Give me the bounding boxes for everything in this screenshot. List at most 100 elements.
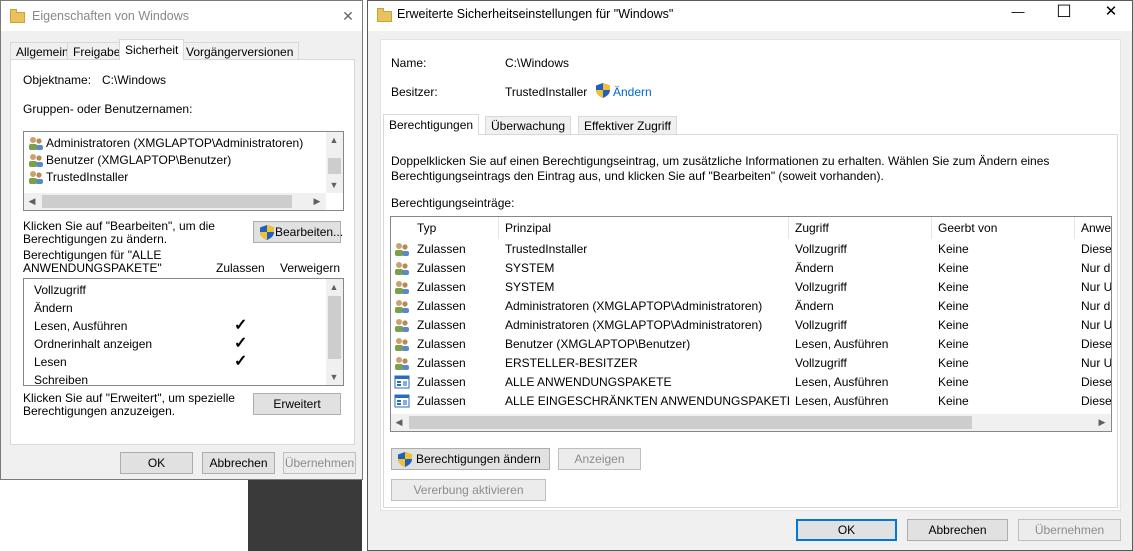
cancel-button[interactable]: Abbrechen <box>907 519 1008 541</box>
tab-freigabe[interactable]: Freigabe <box>67 42 127 60</box>
table-header: Typ Prinzipal Zugriff Geerbt von Anwe <box>391 217 1111 239</box>
cell-applies: Diese <box>1081 242 1112 256</box>
column-header-anwenden-auf[interactable]: Anwe <box>1075 217 1111 239</box>
scroll-down-arrow-icon[interactable]: ▼ <box>326 177 342 193</box>
view-button[interactable]: Anzeigen <box>558 448 641 470</box>
desktop-background <box>0 479 248 551</box>
owner-label: Besitzer: <box>391 85 438 99</box>
close-icon[interactable]: ✕ <box>1088 0 1133 27</box>
scrollbar-thumb[interactable] <box>409 416 972 429</box>
uac-shield-icon <box>398 452 412 467</box>
list-item[interactable]: Administratoren (XMGLAPTOP\Administrator… <box>28 135 318 152</box>
table-row[interactable]: Zulassen Administratoren (XMGLAPTOP\Admin… <box>391 297 1111 316</box>
cell-access: Lesen, Ausführen <box>795 394 889 408</box>
groups-vertical-scrollbar[interactable]: ▲ ▼ <box>326 132 343 193</box>
cell-access: Vollzugriff <box>795 280 847 294</box>
list-item[interactable]: TrustedInstaller <box>28 169 318 186</box>
object-name-value: C:\Windows <box>102 73 167 87</box>
scroll-left-arrow-icon[interactable]: ◀ <box>24 193 40 209</box>
change-permissions-label: Berechtigungen ändern <box>416 452 541 466</box>
uac-shield-icon <box>596 83 610 98</box>
scrollbar-thumb[interactable] <box>328 296 341 359</box>
enable-inheritance-button[interactable]: Vererbung aktivieren <box>391 479 546 501</box>
edit-hint: Klicken Sie auf "Bearbeiten", um die Ber… <box>23 219 215 246</box>
table-row[interactable]: Zulassen ALLE EINGESCHRÄNKTEN ANWENDUNGSP… <box>391 392 1111 411</box>
cell-inherited: Keine <box>938 261 969 275</box>
permission-entries-table[interactable]: Typ Prinzipal Zugriff Geerbt von Anwe Zu… <box>390 216 1112 432</box>
tab-vorgaengerversionen[interactable]: Vorgängerversionen <box>180 42 300 60</box>
entries-horizontal-scrollbar[interactable]: ◀ ▶ <box>391 414 1111 431</box>
user-group-icon <box>29 154 43 167</box>
scroll-up-arrow-icon[interactable]: ▲ <box>326 132 342 148</box>
user-group-icon <box>395 300 409 313</box>
apply-button[interactable]: Übernehmen <box>283 452 356 474</box>
app-package-icon <box>394 375 410 389</box>
tab-ueberwachung[interactable]: Überwachung <box>485 116 572 134</box>
ok-button[interactable]: OK <box>796 519 897 541</box>
checkmark-icon: ✓ <box>234 317 248 334</box>
scrollbar-thumb[interactable] <box>328 158 341 174</box>
scroll-right-arrow-icon[interactable]: ▶ <box>1094 414 1110 430</box>
edit-button[interactable]: Bearbeiten... <box>253 221 343 243</box>
group-label: TrustedInstaller <box>46 170 129 184</box>
allow-column-label: Zulassen <box>216 261 265 275</box>
maximize-icon[interactable]: ☐ <box>1041 0 1087 27</box>
scroll-left-arrow-icon[interactable]: ◀ <box>391 414 407 430</box>
advanced-security-window: Erweiterte Sicherheitseinstellungen für … <box>367 0 1133 551</box>
description-line-1: Doppelklicken Sie auf einen Berechtigung… <box>391 154 1050 168</box>
advanced-button[interactable]: Erweitert <box>253 393 341 415</box>
permission-name: Lesen <box>34 355 67 369</box>
table-row[interactable]: Zulassen SYSTEM Ändern Keine Nur d <box>391 259 1111 278</box>
cell-inherited: Keine <box>938 394 969 408</box>
permission-row: Lesen ✓ <box>24 353 324 371</box>
scrollbar-thumb[interactable] <box>42 195 292 208</box>
permission-row: Ändern <box>24 299 324 317</box>
scroll-right-arrow-icon[interactable]: ▶ <box>309 193 325 209</box>
cancel-button[interactable]: Abbrechen <box>202 452 275 474</box>
cell-principal: TrustedInstaller <box>505 242 588 256</box>
tab-effektiver-zugriff[interactable]: Effektiver Zugriff <box>578 116 677 134</box>
minimize-icon[interactable]: — <box>995 0 1041 27</box>
column-header-typ[interactable]: Typ <box>411 217 499 239</box>
list-item[interactable]: Benutzer (XMGLAPTOP\Benutzer) <box>28 152 318 169</box>
tab-sicherheit[interactable]: Sicherheit <box>119 39 185 60</box>
change-owner-link[interactable]: Ändern <box>613 85 652 99</box>
apply-button[interactable]: Übernehmen <box>1018 519 1121 541</box>
tab-berechtigungen[interactable]: Berechtigungen <box>383 114 480 135</box>
app-package-icon <box>394 394 410 408</box>
scroll-down-arrow-icon[interactable]: ▼ <box>326 369 342 385</box>
groups-horizontal-scrollbar[interactable]: ◀ ▶ <box>24 193 326 210</box>
scroll-up-arrow-icon[interactable]: ▲ <box>326 279 342 295</box>
change-permissions-button[interactable]: Berechtigungen ändern <box>391 448 550 470</box>
column-header-geerbt-von[interactable]: Geerbt von <box>932 217 1075 239</box>
cell-type: Zulassen <box>417 318 466 332</box>
cell-principal: SYSTEM <box>505 280 555 294</box>
column-header-prinzipal[interactable]: Prinzipal <box>499 217 789 239</box>
groups-list[interactable]: Administratoren (XMGLAPTOP\Administrator… <box>23 131 344 211</box>
advanced-main-panel: Name: C:\Windows Besitzer: TrustedInstal… <box>380 39 1121 511</box>
permission-name: Ändern <box>34 301 73 315</box>
group-label: Administratoren (XMGLAPTOP\Administrator… <box>46 136 304 150</box>
properties-title: Eigenschaften von Windows <box>32 9 190 23</box>
tab-allgemein[interactable]: Allgemein <box>10 42 75 60</box>
user-group-icon <box>395 357 409 370</box>
cell-applies: Nur d <box>1081 299 1111 313</box>
table-row[interactable]: Zulassen Benutzer (XMGLAPTOP\Benutzer) Les… <box>391 335 1111 354</box>
description-line-2: Berechtigungseintrags den Eintrag aus, u… <box>391 169 884 183</box>
close-icon[interactable]: ✕ <box>331 1 365 31</box>
table-row[interactable]: Zulassen ALLE ANWENDUNGSPAKETE Lesen, Ausf… <box>391 373 1111 392</box>
table-row[interactable]: Zulassen Administratoren (XMGLAPTOP\Admin… <box>391 316 1111 335</box>
permissions-for-label-1: Berechtigungen für "ALLE <box>23 248 162 262</box>
cell-type: Zulassen <box>417 375 466 389</box>
ok-button[interactable]: OK <box>120 452 193 474</box>
table-row[interactable]: Zulassen ERSTELLER-BESITZER Vollzugriff Kei… <box>391 354 1111 373</box>
cell-applies: Diese <box>1081 394 1112 408</box>
user-group-icon <box>395 262 409 275</box>
cell-type: Zulassen <box>417 394 466 408</box>
table-row[interactable]: Zulassen SYSTEM Vollzugriff Keine Nur U <box>391 278 1111 297</box>
cell-principal: Administratoren (XMGLAPTOP\Administrator… <box>505 299 763 313</box>
table-row[interactable]: Zulassen TrustedInstaller Vollzugriff Keine… <box>391 240 1111 259</box>
cell-inherited: Keine <box>938 318 969 332</box>
column-header-zugriff[interactable]: Zugriff <box>789 217 932 239</box>
permissions-vertical-scrollbar[interactable]: ▲ ▼ <box>326 279 343 385</box>
